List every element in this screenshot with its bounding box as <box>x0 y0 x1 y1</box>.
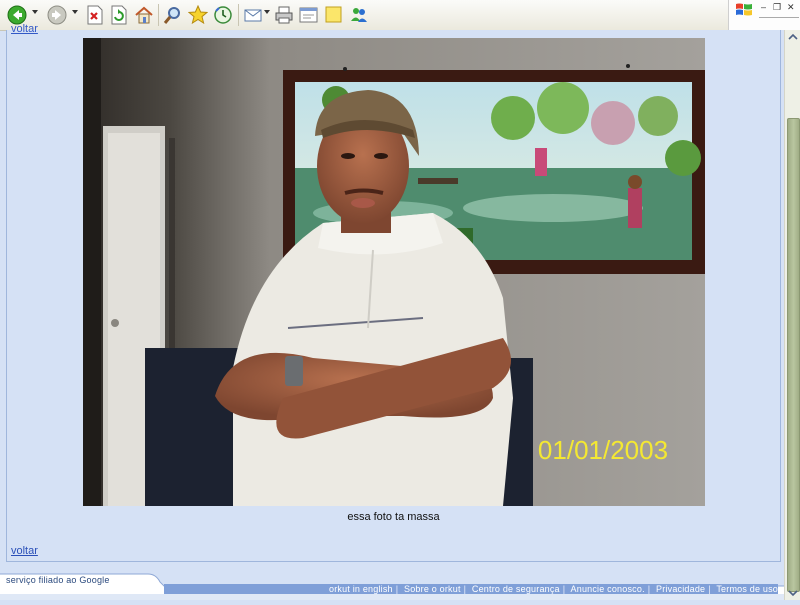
mail-dropdown-icon[interactable] <box>264 10 270 14</box>
back-dropdown-icon[interactable] <box>32 10 38 14</box>
voltar-link-bottom[interactable]: voltar <box>11 545 38 557</box>
search-icon[interactable] <box>162 4 184 26</box>
photo-panel: voltar 01/01/2003 essa foto ta massa vol… <box>6 23 781 562</box>
minimize-icon[interactable]: – <box>761 2 766 12</box>
scroll-up-icon[interactable] <box>785 30 800 44</box>
footer-link-english[interactable]: orkut in english <box>329 584 393 594</box>
toolbar-separator <box>238 4 239 26</box>
history-icon[interactable] <box>212 4 234 26</box>
google-affiliate-label: serviço filiado ao Google <box>6 575 110 585</box>
home-icon[interactable] <box>133 4 155 26</box>
forward-dropdown-icon[interactable] <box>72 10 78 14</box>
footer-link-about[interactable]: Sobre o orkut <box>404 584 461 594</box>
mail-icon[interactable] <box>243 4 265 26</box>
footer-links: orkut in english | Sobre o orkut | Centro … <box>329 584 778 594</box>
restore-icon[interactable]: ❐ <box>773 2 781 13</box>
discuss-icon[interactable] <box>323 4 345 26</box>
close-icon[interactable]: ✕ <box>787 2 795 13</box>
toolbar-separator <box>158 4 159 26</box>
footer-link-safety[interactable]: Centro de segurança <box>472 584 560 594</box>
forward-icon[interactable] <box>46 4 68 26</box>
edit-icon[interactable] <box>298 4 320 26</box>
browser-toolbar <box>0 0 728 31</box>
vertical-scrollbar[interactable] <box>784 30 800 600</box>
window-controls: – ❐ ✕ <box>728 0 800 30</box>
footer: serviço filiado ao Google orkut in engli… <box>0 570 784 600</box>
refresh-icon[interactable] <box>108 4 130 26</box>
address-line <box>759 17 799 18</box>
footer-link-privacy[interactable]: Privacidade <box>656 584 705 594</box>
photo-caption: essa foto ta massa <box>347 511 440 523</box>
photo[interactable]: 01/01/2003 <box>83 38 705 506</box>
footer-link-advertise[interactable]: Anuncie conosco. <box>571 584 645 594</box>
scroll-thumb[interactable] <box>787 118 800 592</box>
favorites-icon[interactable] <box>187 4 209 26</box>
scroll-down-icon[interactable] <box>785 586 800 600</box>
photo-date-stamp: 01/01/2003 <box>538 435 668 465</box>
windows-logo-icon <box>735 2 753 23</box>
voltar-link-top[interactable]: voltar <box>11 23 38 35</box>
footer-link-terms[interactable]: Termos de uso <box>716 584 778 594</box>
messenger-icon[interactable] <box>348 4 370 26</box>
stop-icon[interactable] <box>84 4 106 26</box>
print-icon[interactable] <box>273 4 295 26</box>
